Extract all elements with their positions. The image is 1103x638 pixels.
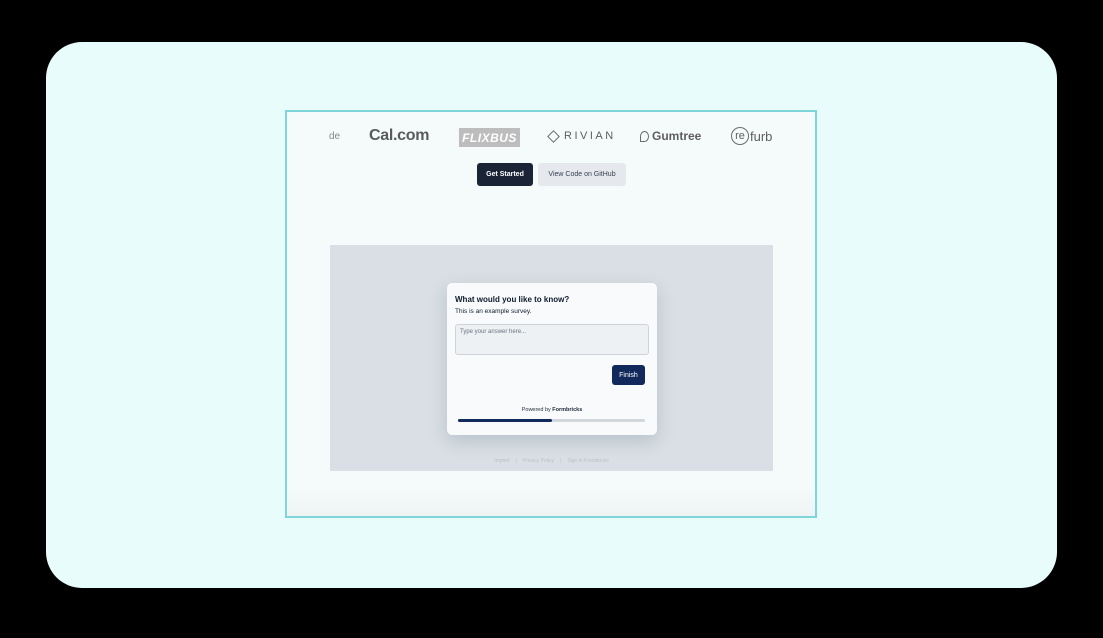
survey-question-subtitle: This is an example survey. [455,308,532,315]
logo-rivian-text: RIVIAN [564,130,616,142]
finish-button[interactable]: Finish [612,365,645,385]
customer-logo-row: de Cal.com FLIXBUS RIVIAN Gumtree re fur… [287,122,815,150]
footer-link-privacy-policy[interactable]: Privacy Policy [523,458,554,464]
logo-gumtree-text: Gumtree [652,129,702,143]
cta-button-row: Get Started View Code on GitHub [287,163,815,186]
view-code-on-github-button[interactable]: View Code on GitHub [538,163,626,186]
logo-refurb-circle: re [731,127,749,145]
bottom-fade [287,488,815,516]
rivian-diamond-icon [547,129,560,143]
get-started-button[interactable]: Get Started [477,163,533,186]
powered-by: Powered by Formbricks [447,407,657,413]
logo-refurb: re furb [731,122,772,150]
survey-progress-fill [458,419,552,422]
logo-flixbus: FLIXBUS [459,128,520,147]
gumtree-leaf-icon [640,130,649,142]
survey-question-title: What would you like to know? [455,295,570,304]
logo-rivian: RIVIAN [547,122,616,150]
logo-cal-com: Cal.com [369,127,430,144]
logo-refurb-text: furb [750,128,773,144]
logo-gumtree: Gumtree [640,122,701,150]
powered-by-brand[interactable]: Formbricks [552,407,582,413]
survey-answer-input[interactable] [455,324,649,355]
powered-by-prefix: Powered by [521,407,551,413]
footer-link-imprint[interactable]: Imprint [494,458,509,464]
website-preview-frame: de Cal.com FLIXBUS RIVIAN Gumtree re fur… [285,110,817,518]
logo-partial: de [329,130,341,142]
footer-links: Imprint | Privacy Policy | Sign in Formbrick… [494,458,609,464]
survey-progress-bar [458,419,645,422]
survey-card: What would you like to know? This is an … [447,283,657,435]
footer-link-sign-in[interactable]: Sign in Formbricks [567,458,608,464]
